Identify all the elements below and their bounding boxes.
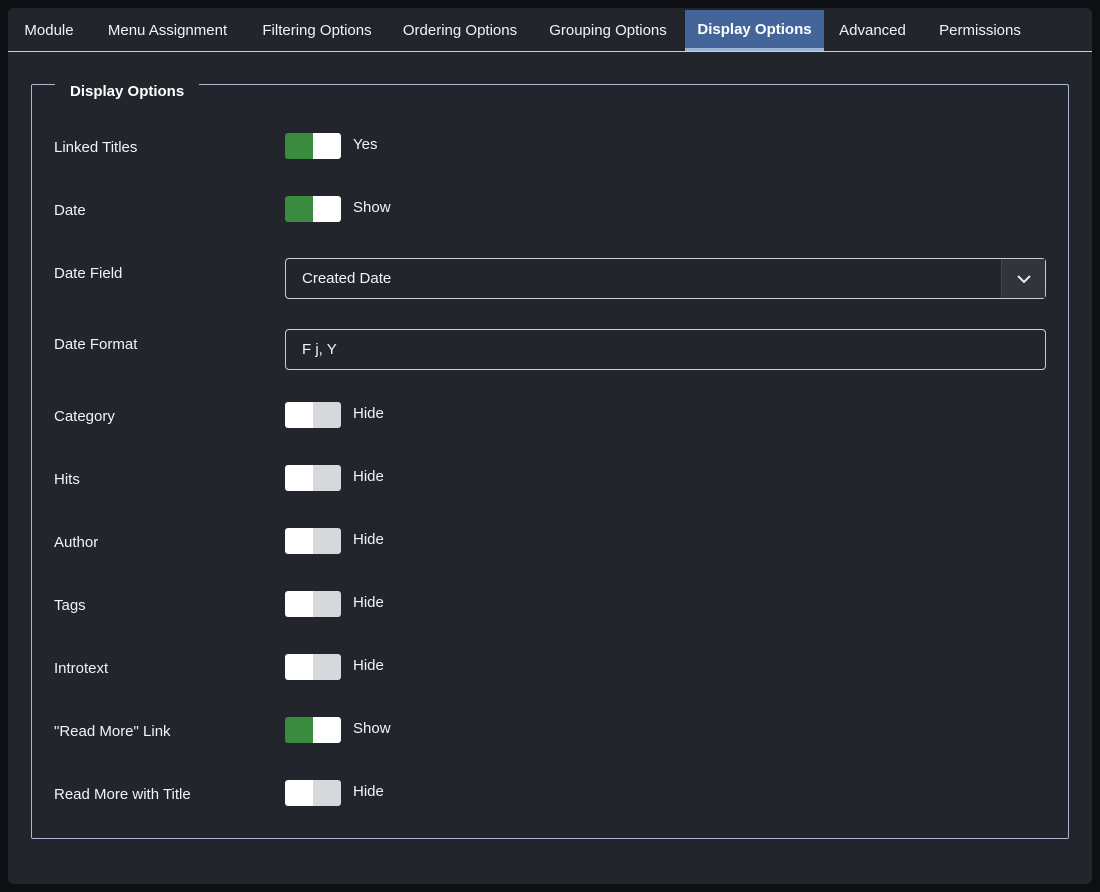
- tab-display-options[interactable]: Display Options: [685, 10, 824, 51]
- read-more-link-switch[interactable]: [285, 717, 341, 743]
- date-field-label: Date Field: [54, 265, 123, 282]
- read-more-link-label: "Read More" Link: [54, 723, 171, 740]
- tab-advanced[interactable]: Advanced: [824, 10, 921, 51]
- hits-label: Hits: [54, 471, 80, 488]
- date-state: Show: [353, 199, 391, 216]
- read-more-title-state: Hide: [353, 783, 384, 800]
- hits-state: Hide: [353, 468, 384, 485]
- tab-bar: Module Menu Assignment Filtering Options…: [8, 10, 1092, 52]
- linked-titles-switch[interactable]: [285, 133, 341, 159]
- fieldset-legend: Display Options: [55, 81, 200, 103]
- introtext-label: Introtext: [54, 660, 109, 677]
- tab-menu-assignment[interactable]: Menu Assignment: [90, 10, 245, 51]
- tags-state: Hide: [353, 594, 384, 611]
- tab-grouping-options[interactable]: Grouping Options: [531, 10, 685, 51]
- introtext-state: Hide: [353, 657, 384, 674]
- tab-filtering-options[interactable]: Filtering Options: [245, 10, 389, 51]
- category-label: Category: [54, 408, 115, 425]
- date-format-label: Date Format: [54, 336, 138, 353]
- date-label: Date: [54, 202, 86, 219]
- read-more-title-switch[interactable]: [285, 780, 341, 806]
- tags-switch[interactable]: [285, 591, 341, 617]
- category-state: Hide: [353, 405, 384, 422]
- linked-titles-state: Yes: [353, 136, 378, 153]
- author-state: Hide: [353, 531, 384, 548]
- tab-permissions[interactable]: Permissions: [921, 10, 1039, 51]
- chevron-down-icon[interactable]: [1001, 259, 1045, 298]
- author-switch[interactable]: [285, 528, 341, 554]
- date-format-input[interactable]: [285, 329, 1046, 370]
- date-field-value: Created Date: [302, 270, 392, 287]
- date-switch[interactable]: [285, 196, 341, 222]
- date-field-select[interactable]: Created Date: [285, 258, 1046, 299]
- module-editor-panel: Module Menu Assignment Filtering Options…: [8, 8, 1092, 884]
- tags-label: Tags: [54, 597, 86, 614]
- display-options-fieldset: [31, 84, 1069, 839]
- read-more-title-label: Read More with Title: [54, 786, 191, 803]
- read-more-link-state: Show: [353, 720, 391, 737]
- tab-ordering-options[interactable]: Ordering Options: [389, 10, 531, 51]
- introtext-switch[interactable]: [285, 654, 341, 680]
- category-switch[interactable]: [285, 402, 341, 428]
- linked-titles-label: Linked Titles: [54, 139, 138, 156]
- tab-module[interactable]: Module: [8, 10, 90, 51]
- author-label: Author: [54, 534, 99, 551]
- hits-switch[interactable]: [285, 465, 341, 491]
